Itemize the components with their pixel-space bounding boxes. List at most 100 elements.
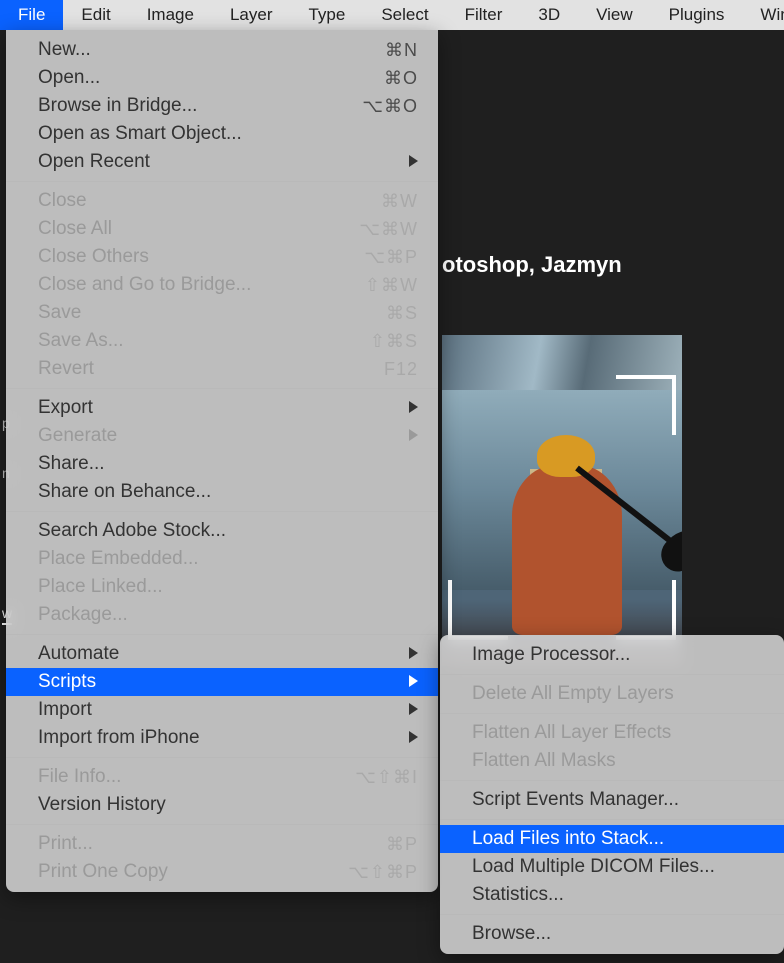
submenu-arrow-icon [409,675,418,690]
menu-item-file-info: File Info... ⌥⇧⌘I [6,763,438,791]
menubar-item-layer[interactable]: Layer [212,0,291,30]
menubar-item-image[interactable]: Image [129,0,212,30]
menu-item-export[interactable]: Export [6,394,438,422]
menu-item-shortcut: ⌥⇧⌘I [355,767,418,788]
menu-item-close-and-go-to-bridge: Close and Go to Bridge... ⇧⌘W [6,271,438,299]
submenu-arrow-icon [409,731,418,746]
menu-item-print: Print...⌘P [6,830,438,858]
menu-item-label: Browse in Bridge... [38,95,344,117]
menu-item-save-as: Save As...⇧⌘S [6,327,438,355]
menubar-item-window[interactable]: Window [742,0,784,30]
menu-item-label: Statistics... [472,884,764,906]
menu-item-close-others: Close Others⌥⌘P [6,243,438,271]
menubar-item-file[interactable]: File [0,0,63,30]
menu-item-label: Import [38,699,409,721]
menu-item-label: Scripts [38,671,409,693]
menu-item-new[interactable]: New... ⌘N [6,36,438,64]
menubar-item-view[interactable]: View [578,0,651,30]
menu-item-label: Place Embedded... [38,548,418,570]
menu-separator [440,674,784,675]
menu-item-shortcut: ⌘S [386,303,418,324]
menu-item-label: File Info... [38,766,337,788]
menu-separator [6,757,438,758]
menu-item-label: Search Adobe Stock... [38,520,418,542]
menubar-item-type[interactable]: Type [290,0,363,30]
menu-item-load-multiple-dicom-files[interactable]: Load Multiple DICOM Files... [440,853,784,881]
menu-item-print-one-copy: Print One Copy ⌥⇧⌘P [6,858,438,886]
menu-item-revert: RevertF12 [6,355,438,383]
menubar-item-3d[interactable]: 3D [520,0,578,30]
menu-item-shortcut: ⌘W [381,191,418,212]
menubar: FileEditImageLayerTypeSelectFilter3DView… [0,0,784,30]
menu-item-label: Automate [38,643,409,665]
menu-item-automate[interactable]: Automate [6,640,438,668]
menu-item-shortcut: ⌥⌘O [362,96,418,117]
menubar-item-select[interactable]: Select [363,0,446,30]
menu-item-label: Delete All Empty Layers [472,683,764,705]
menubar-item-filter[interactable]: Filter [447,0,521,30]
menubar-item-plugins[interactable]: Plugins [651,0,743,30]
welcome-greeting: otoshop, Jazmyn [442,252,622,278]
menu-item-import[interactable]: Import [6,696,438,724]
menu-item-label: Load Multiple DICOM Files... [472,856,764,878]
menu-item-shortcut: ⌘P [386,834,418,855]
menu-item-script-events-manager[interactable]: Script Events Manager... [440,786,784,814]
submenu-arrow-icon [409,647,418,662]
menu-separator [6,388,438,389]
menu-item-label: Close All [38,218,341,240]
menu-item-open-recent[interactable]: Open Recent [6,148,438,176]
menu-item-share-on-behance[interactable]: Share on Behance... [6,478,438,506]
menu-item-place-embedded: Place Embedded... [6,545,438,573]
menu-item-scripts[interactable]: Scripts [6,668,438,696]
menu-item-label: Print One Copy [38,861,330,883]
menubar-item-edit[interactable]: Edit [63,0,128,30]
menu-item-label: Version History [38,794,418,816]
menu-item-label: Open... [38,67,366,89]
menu-item-statistics[interactable]: Statistics... [440,881,784,909]
menu-item-delete-all-empty-layers: Delete All Empty Layers [440,680,784,708]
menu-item-label: Share... [38,453,418,475]
menu-item-import-from-iphone[interactable]: Import from iPhone [6,724,438,752]
submenu-arrow-icon [409,155,418,170]
menu-item-label: Script Events Manager... [472,789,764,811]
menu-item-label: New... [38,39,367,61]
menu-item-close: Close ⌘W [6,187,438,215]
menu-item-browse[interactable]: Browse... [440,920,784,948]
menu-item-label: Close [38,190,363,212]
menu-item-label: Export [38,397,409,419]
menu-item-label: Open Recent [38,151,409,173]
home-sample-image[interactable] [442,335,682,666]
menu-item-label: Close and Go to Bridge... [38,274,347,296]
menu-item-label: Package... [38,604,418,626]
menu-separator [440,780,784,781]
menu-item-search-adobe-stock[interactable]: Search Adobe Stock... [6,517,438,545]
menu-item-shortcut: ⌘N [385,40,418,61]
menu-item-label: Flatten All Masks [472,750,764,772]
menu-item-save: Save⌘S [6,299,438,327]
menu-item-shortcut: ⇧⌘S [370,331,418,352]
menu-item-label: Generate [38,425,409,447]
menu-item-shortcut: ⇧⌘W [365,275,418,296]
menu-separator [6,181,438,182]
menu-item-open-as-smart-object[interactable]: Open as Smart Object... [6,120,438,148]
submenu-arrow-icon [409,401,418,416]
menu-item-browse-in-bridge[interactable]: Browse in Bridge... ⌥⌘O [6,92,438,120]
menu-item-label: Image Processor... [472,644,764,666]
menu-item-label: Browse... [472,923,764,945]
menu-item-shortcut: ⌥⌘P [364,247,418,268]
menu-item-flatten-all-layer-effects: Flatten All Layer Effects [440,719,784,747]
menu-item-share[interactable]: Share... [6,450,438,478]
menu-item-load-files-into-stack[interactable]: Load Files into Stack... [440,825,784,853]
menu-separator [6,824,438,825]
menu-item-image-processor[interactable]: Image Processor... [440,641,784,669]
menu-item-open[interactable]: Open...⌘O [6,64,438,92]
menu-item-shortcut: ⌥⇧⌘P [348,862,418,883]
menu-item-label: Place Linked... [38,576,418,598]
image-decoration [442,335,682,390]
menu-separator [440,914,784,915]
submenu-arrow-icon [409,429,418,444]
menu-item-version-history[interactable]: Version History [6,791,438,819]
menu-item-label: Import from iPhone [38,727,409,749]
menu-item-label: Load Files into Stack... [472,828,764,850]
menu-item-shortcut: ⌥⌘W [359,219,418,240]
